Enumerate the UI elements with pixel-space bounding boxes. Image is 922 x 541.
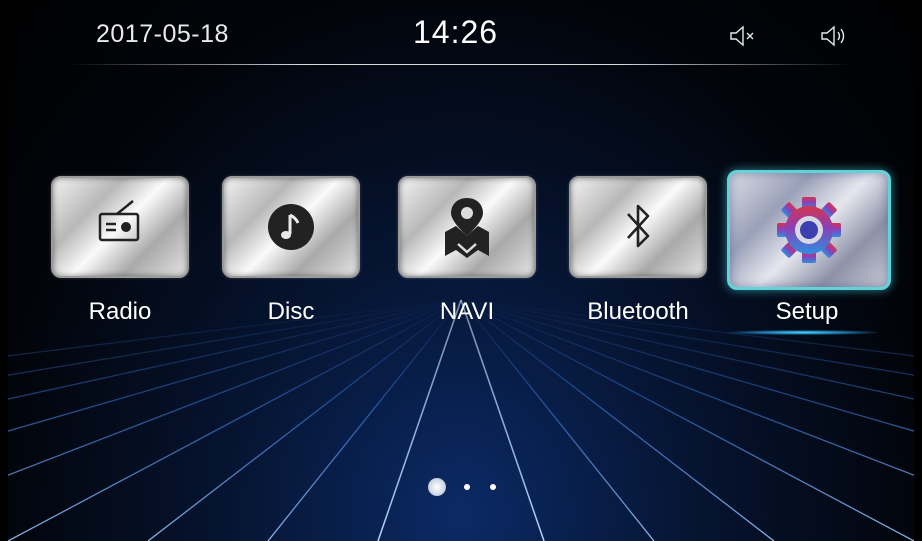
status-bar: 2017-05-18 14:26 xyxy=(8,0,914,68)
page-indicator xyxy=(428,478,518,498)
radio-icon xyxy=(98,200,140,242)
app-setup-label: Setup xyxy=(775,298,839,325)
speaker-mute-icon xyxy=(730,25,754,47)
bluetooth-icon xyxy=(627,204,650,248)
home-screen: 2017-05-18 14:26 Radio Disc NAVI Bluetoo… xyxy=(8,0,914,541)
app-radio-label: Radio xyxy=(88,298,152,325)
gear-icon xyxy=(777,197,841,263)
music-note-icon xyxy=(268,204,314,250)
page-dot-3[interactable] xyxy=(490,484,496,490)
app-navi-tile[interactable] xyxy=(398,176,536,278)
speaker-volume-icon xyxy=(821,25,845,47)
date-display: 2017-05-18 xyxy=(96,20,229,48)
app-bluetooth-tile[interactable] xyxy=(569,176,707,278)
map-pin-icon xyxy=(445,198,489,258)
page-dot-1-active[interactable] xyxy=(428,478,446,496)
app-navi-label: NAVI xyxy=(439,298,495,325)
app-disc-tile[interactable] xyxy=(222,176,360,278)
clock-display: 14:26 xyxy=(413,14,499,50)
volume-button[interactable] xyxy=(820,24,850,48)
status-bar-divider xyxy=(68,64,854,65)
selected-app-indicator xyxy=(728,330,878,335)
app-radio-tile[interactable] xyxy=(51,176,189,278)
mute-button[interactable] xyxy=(728,24,758,48)
app-disc-label: Disc xyxy=(267,298,315,325)
page-dot-2[interactable] xyxy=(464,484,470,490)
app-setup-tile[interactable] xyxy=(727,170,891,290)
app-bluetooth-label: Bluetooth xyxy=(587,298,689,325)
